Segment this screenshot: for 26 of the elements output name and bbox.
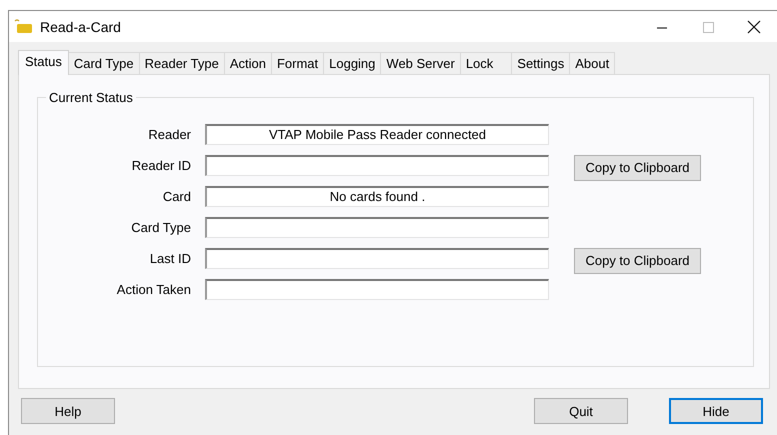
readonly-field[interactable]	[205, 155, 549, 176]
readonly-field[interactable]	[205, 279, 549, 300]
tab[interactable]: About	[569, 52, 616, 74]
dialog-button[interactable]: Hide	[669, 398, 763, 424]
readonly-field[interactable]: VTAP Mobile Pass Reader connected	[205, 124, 549, 145]
readonly-field[interactable]: No cards found .	[205, 186, 549, 207]
tab[interactable]: Card Type	[68, 52, 140, 74]
field-label: Action Taken	[116, 282, 191, 297]
readonly-field[interactable]	[205, 248, 549, 269]
card-icon	[13, 18, 33, 34]
tab[interactable]: Status	[18, 50, 69, 75]
copy-button[interactable]: Copy to Clipboard	[574, 154, 701, 180]
window-title: Read-a-Card	[40, 18, 121, 34]
group-title: Current Status	[46, 90, 136, 105]
copy-button[interactable]: Copy to Clipboard	[574, 248, 701, 274]
field-label: Reader ID	[130, 158, 191, 173]
field-label: Card Type	[130, 220, 191, 235]
tab[interactable]: Reader Type	[138, 52, 225, 74]
dialog-button[interactable]: Help	[21, 398, 115, 424]
readonly-field[interactable]	[205, 217, 549, 238]
field-label: Reader	[147, 127, 191, 142]
tab[interactable]: Logging	[323, 52, 382, 74]
field-label: Last ID	[148, 251, 191, 266]
field-label: Card	[162, 189, 191, 204]
tab[interactable]: Settings	[511, 52, 570, 74]
dialog-button[interactable]: Quit	[534, 398, 628, 424]
